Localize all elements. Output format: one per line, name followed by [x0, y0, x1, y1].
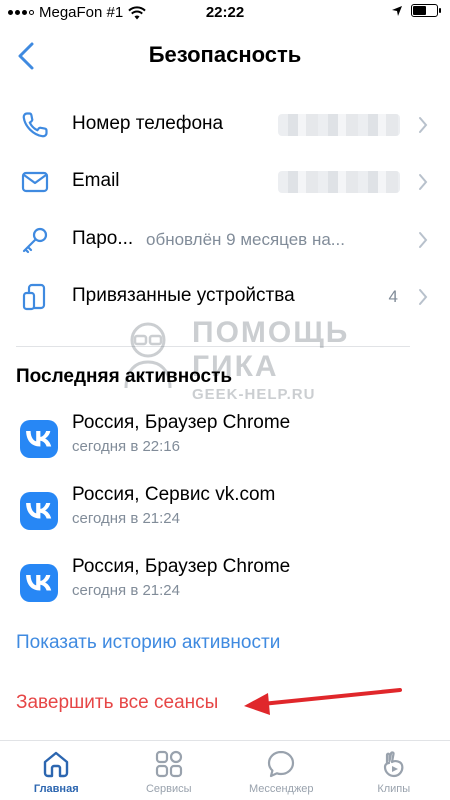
- status-right: [391, 4, 441, 17]
- services-icon: [155, 750, 182, 778]
- session-time: сегодня в 21:24: [72, 582, 180, 599]
- tab-bar: Главная Сервисы Мессенджер Клипы: [0, 740, 450, 800]
- watermark-line1: ПОМОЩЬ: [192, 316, 350, 349]
- vk-logo-icon: [20, 492, 58, 530]
- tab-home[interactable]: Главная: [0, 741, 113, 800]
- devices-icon: [22, 283, 46, 311]
- status-time: 22:22: [205, 4, 245, 21]
- tab-clips[interactable]: Клипы: [338, 741, 450, 800]
- email-value: [278, 171, 400, 193]
- password-label: Паро...: [72, 228, 134, 249]
- phone-icon: [22, 112, 48, 138]
- vk-logo-icon: [20, 420, 58, 458]
- chevron-right-icon: [419, 232, 428, 248]
- tab-clips-label: Клипы: [377, 783, 411, 795]
- linked-devices-count: 4: [388, 287, 398, 306]
- chevron-right-icon: [419, 289, 428, 305]
- phone-number-label: Номер телефона: [72, 113, 224, 134]
- tab-services[interactable]: Сервисы: [113, 741, 226, 800]
- messenger-icon: [268, 750, 295, 778]
- status-bar: MegaFon #1 22:22: [0, 0, 450, 26]
- email-row[interactable]: Email: [0, 154, 450, 210]
- clips-icon: [383, 751, 404, 778]
- session-item[interactable]: Россия, Браузер Chrome сегодня в 22:16: [0, 408, 450, 472]
- session-title: Россия, Сервис vk.com: [72, 484, 276, 505]
- tab-messenger-label: Мессенджер: [248, 783, 314, 795]
- phone-number-value: [278, 114, 400, 136]
- watermark-line3: GEEK-HELP.RU: [192, 386, 316, 403]
- chevron-right-icon: [419, 117, 428, 133]
- session-item[interactable]: Россия, Сервис vk.com сегодня в 21:24: [0, 480, 450, 544]
- password-row[interactable]: Паро... обновлён 9 месяцев на...: [0, 212, 450, 268]
- end-all-sessions-button[interactable]: Завершить все сеансы: [16, 692, 218, 714]
- key-icon: [22, 227, 48, 254]
- session-time: сегодня в 22:16: [72, 438, 180, 455]
- tab-services-label: Сервисы: [145, 783, 192, 795]
- chevron-right-icon: [419, 174, 428, 190]
- recent-activity-title: Последняя активность: [16, 366, 233, 387]
- email-label: Email: [72, 170, 120, 191]
- linked-devices-label: Привязанные устройства: [72, 285, 295, 306]
- vk-logo-icon: [20, 564, 58, 602]
- page-title: Безопасность: [148, 42, 302, 67]
- red-arrow-annotation: [244, 688, 402, 715]
- battery-icon: [411, 4, 441, 17]
- session-time: сегодня в 21:24: [72, 510, 180, 527]
- session-title: Россия, Браузер Chrome: [72, 556, 291, 577]
- mail-icon: [21, 171, 49, 193]
- tab-messenger[interactable]: Мессенджер: [225, 741, 338, 800]
- password-value: обновлён 9 месяцев на...: [146, 230, 345, 249]
- session-item[interactable]: Россия, Браузер Chrome сегодня в 21:24: [0, 552, 450, 616]
- show-activity-history-link[interactable]: Показать историю активности: [16, 632, 280, 654]
- tab-home-label: Главная: [33, 783, 79, 795]
- session-title: Россия, Браузер Chrome: [72, 412, 291, 433]
- phone-number-row[interactable]: Номер телефона: [0, 97, 450, 153]
- nav-header: Безопасность: [0, 34, 450, 78]
- location-icon: [392, 5, 402, 16]
- home-icon: [44, 751, 69, 778]
